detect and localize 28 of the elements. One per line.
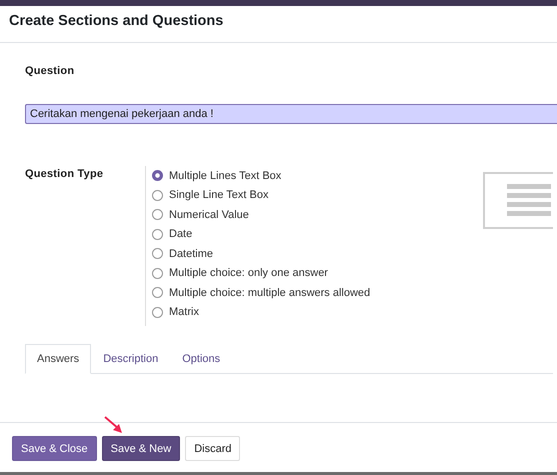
radio-label[interactable]: Single Line Text Box [169, 189, 268, 202]
question-input[interactable]: Ceritakan mengenai pekerjaan anda ! [25, 104, 557, 124]
tab[interactable]: Answers [25, 344, 92, 374]
radio-label[interactable]: Multiple choice: multiple answers allowed [169, 286, 370, 299]
text-lines-icon [507, 184, 551, 218]
radio-label[interactable]: Matrix [169, 306, 199, 318]
discard-button[interactable]: Discard [185, 436, 240, 461]
radio-button[interactable] [152, 287, 163, 298]
tab[interactable]: Options [170, 344, 232, 374]
save-button[interactable]: Save & Close [12, 436, 97, 461]
radio-button[interactable] [152, 209, 163, 220]
radio-button[interactable] [152, 190, 163, 201]
radio-button[interactable] [152, 170, 163, 182]
radio-label[interactable]: Numerical Value [169, 208, 249, 221]
radio-button[interactable] [152, 228, 163, 240]
field-label: Question [25, 65, 74, 77]
save-button[interactable]: Save & New [102, 436, 180, 461]
radio-button[interactable] [152, 306, 163, 318]
radio-label[interactable]: Multiple Lines Text Box [169, 170, 282, 182]
radio-label[interactable]: Datetime [169, 248, 214, 260]
radio-label[interactable]: Date [169, 228, 192, 240]
radio-button[interactable] [152, 268, 163, 279]
arrow-icon [104, 416, 124, 434]
field-label: Question Type [25, 168, 104, 182]
radio-button[interactable] [152, 248, 163, 260]
radio-label[interactable]: Multiple choice: only one answer [169, 267, 328, 280]
dialog-title: Create Sections and Questions [9, 13, 224, 29]
tab[interactable]: Description [91, 344, 170, 374]
